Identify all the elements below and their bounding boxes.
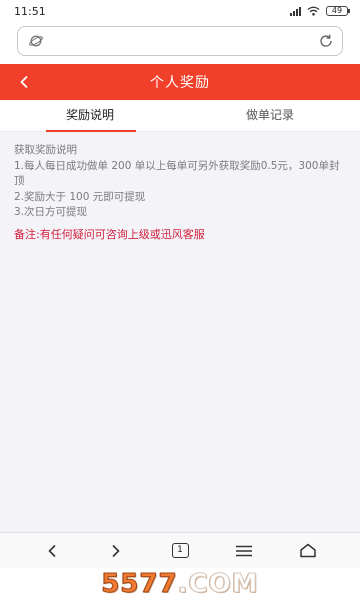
nav-tabs-button[interactable]: 1 [162,536,198,566]
reward-description-panel: 获取奖励说明 1.每人每日成功做单 200 单以上每单可另外获取奖励0.5元，3… [0,132,360,532]
url-text[interactable] [56,36,318,46]
tab-order-records[interactable]: 做单记录 [180,100,360,131]
tabs-icon: 1 [171,543,189,558]
page-header: 个人奖励 [0,64,360,100]
status-time: 11:51 [14,4,46,18]
tab-reward-description[interactable]: 奖励说明 [0,100,180,132]
chevron-left-icon [20,75,28,89]
watermark-number: 5577 [101,569,178,600]
section-heading: 获取奖励说明 [14,144,77,156]
wifi-icon [307,6,320,16]
rule-item: 2.奖励大于 100 元即可提现 [14,190,146,203]
address-bar[interactable] [17,26,343,56]
planet-icon [29,35,43,47]
page-title: 个人奖励 [150,75,210,91]
back-icon [48,544,56,557]
nav-back-button[interactable] [34,536,70,566]
battery-icon: 49 [326,6,350,16]
home-icon [300,543,316,558]
browser-bottom-nav: 1 [0,532,360,568]
rule-item: 1.每人每日成功做单 200 单以上每单可另外获取奖励0.5元，300单封顶 [14,159,340,188]
note-text: 备注:有任何疑问可咨询上级或迅风客服 [14,227,205,241]
signal-icon [290,6,301,16]
back-button[interactable] [10,64,38,100]
nav-forward-button[interactable] [98,536,134,566]
rule-item: 3.次日方可提现 [14,206,88,218]
nav-home-button[interactable] [290,536,326,566]
watermark-logo: 5577 .COM [0,568,360,600]
menu-icon [236,545,252,556]
refresh-icon[interactable] [318,33,334,49]
watermark-suffix: .COM [177,569,259,600]
status-indicators: 49 [290,6,350,16]
forward-icon [112,544,120,557]
tab-bar: 奖励说明 做单记录 [0,100,360,132]
browser-toolbar [0,22,360,64]
nav-menu-button[interactable] [226,536,262,566]
status-bar: 11:51 49 [0,0,360,22]
